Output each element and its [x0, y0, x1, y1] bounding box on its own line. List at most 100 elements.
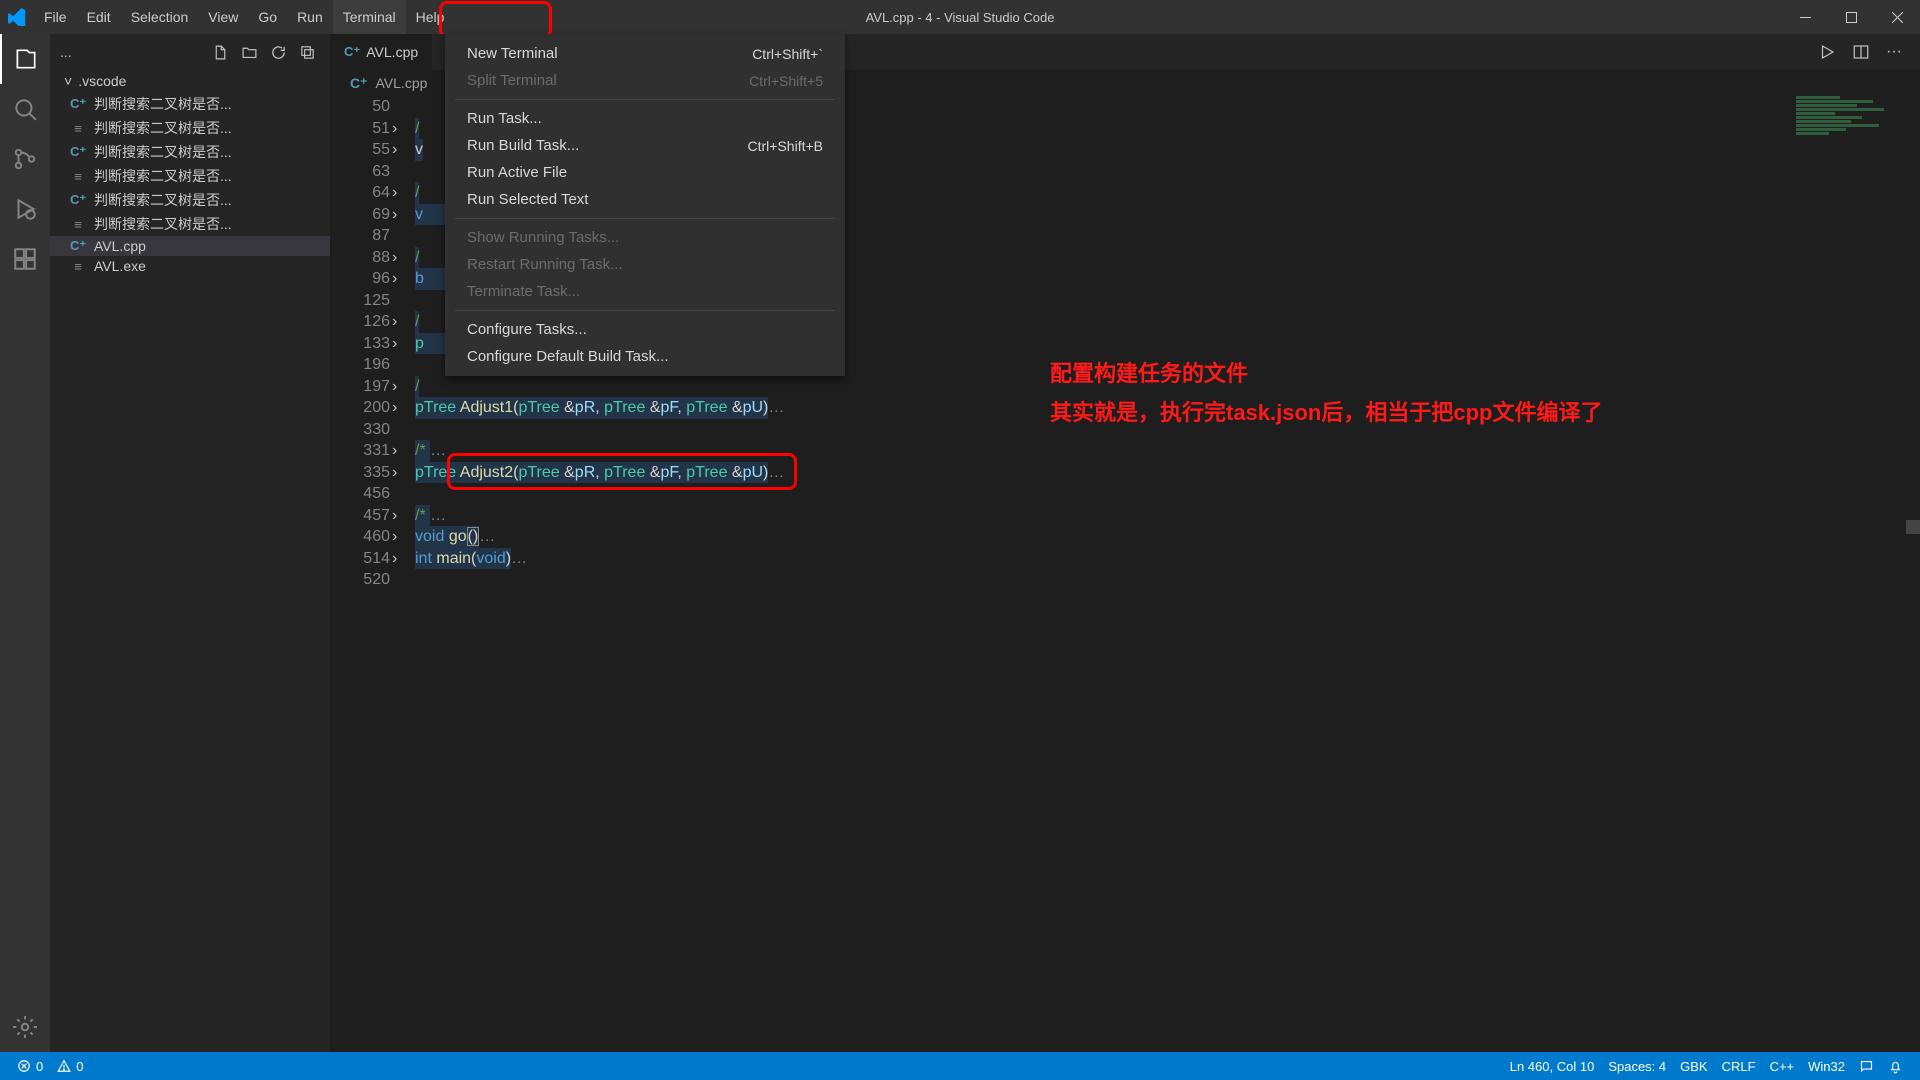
minimap[interactable] [1796, 96, 1906, 206]
minimize-button[interactable] [1782, 0, 1828, 34]
menu-item-configure-default-build-task-[interactable]: Configure Default Build Task... [445, 343, 845, 370]
sidebar-file-4[interactable]: C⁺判断搜索二叉树是否... [50, 188, 330, 212]
notifications-bell-icon[interactable] [1881, 1059, 1910, 1074]
sidebar-file-7[interactable]: ≡AVL.exe [50, 256, 330, 276]
status-eol[interactable]: CRLF [1715, 1059, 1763, 1074]
fold-chevron-icon[interactable]: › [392, 311, 412, 333]
new-folder-icon[interactable] [241, 44, 258, 61]
code-line-457[interactable]: /* … [415, 505, 1860, 527]
folder-vscode[interactable]: ˅ .vscode [50, 70, 330, 92]
status-language[interactable]: C++ [1763, 1059, 1802, 1074]
sidebar-file-1[interactable]: ≡判断搜索二叉树是否... [50, 116, 330, 140]
sidebar-file-2[interactable]: C⁺判断搜索二叉树是否... [50, 140, 330, 164]
run-icon[interactable] [1818, 43, 1836, 61]
run-debug-icon[interactable] [0, 184, 50, 234]
sidebar-file-3[interactable]: ≡ 判断搜索二叉树是否... [50, 164, 330, 188]
file-icon: ≡ [70, 169, 86, 184]
code-line-335[interactable]: pTree Adjust2(pTree &pR, pTree &pF, pTre… [415, 462, 1860, 484]
menu-item-run-active-file[interactable]: Run Active File [445, 159, 845, 186]
split-editor-icon[interactable] [1852, 43, 1870, 61]
menu-item-new-terminal[interactable]: New TerminalCtrl+Shift+` [445, 40, 845, 67]
file-label: 判断搜索二叉树是否... [94, 166, 232, 186]
sidebar-file-5[interactable]: ≡判断搜索二叉树是否... [50, 212, 330, 236]
menu-selection[interactable]: Selection [121, 0, 199, 34]
close-button[interactable] [1874, 0, 1920, 34]
file-icon: ≡ [70, 259, 86, 274]
fold-chevron-icon[interactable]: › [392, 118, 412, 140]
status-cursor-pos[interactable]: Ln 460, Col 10 [1503, 1059, 1602, 1074]
menu-item-configure-tasks-[interactable]: Configure Tasks... [445, 316, 845, 343]
fold-chevron-icon [392, 225, 412, 247]
menu-item-restart-running-task-: Restart Running Task... [445, 251, 845, 278]
file-icon: ≡ [70, 217, 86, 232]
extensions-icon[interactable] [0, 234, 50, 284]
tab-avl-cpp[interactable]: C⁺ AVL.cpp [330, 34, 433, 70]
cpp-file-icon: C⁺ [344, 44, 360, 60]
menu-file[interactable]: File [34, 0, 77, 34]
fold-chevron-icon[interactable]: › [392, 462, 412, 484]
annotation-text-0: 配置构建任务的文件 [1050, 356, 1248, 388]
fold-chevron-icon[interactable]: › [392, 376, 412, 398]
window-title: AVL.cpp - 4 - Visual Studio Code [866, 10, 1055, 25]
menu-view[interactable]: View [198, 0, 248, 34]
more-actions-icon[interactable]: ··· [1886, 43, 1902, 61]
annotation-rect-terminal [439, 1, 552, 38]
menu-help[interactable]: Help [406, 0, 455, 34]
fold-chevron-icon[interactable]: › [392, 440, 412, 462]
sidebar-file-0[interactable]: C⁺判断搜索二叉树是否... [50, 92, 330, 116]
status-platform[interactable]: Win32 [1801, 1059, 1852, 1074]
source-control-icon[interactable] [0, 134, 50, 184]
code-line-456[interactable] [415, 483, 1860, 505]
status-warnings[interactable]: 0 [50, 1059, 90, 1074]
folder-label: .vscode [78, 73, 126, 89]
fold-chevron-icon[interactable]: › [392, 139, 412, 161]
code-line-331[interactable]: /* … [415, 440, 1860, 462]
fold-chevron-icon [392, 290, 412, 312]
status-indentation[interactable]: Spaces: 4 [1601, 1059, 1673, 1074]
fold-chevron-icon[interactable]: › [392, 333, 412, 355]
cpp-file-icon: C⁺ [70, 144, 86, 160]
code-line-514[interactable]: int main(void)… [415, 548, 1860, 570]
feedback-icon[interactable] [1852, 1059, 1881, 1074]
explorer-icon[interactable] [0, 34, 50, 84]
menu-item-run-selected-text[interactable]: Run Selected Text [445, 186, 845, 213]
fold-chevron-icon [392, 483, 412, 505]
status-bar: 0 0 Ln 460, Col 10 Spaces: 4 GBK CRLF C+… [0, 1052, 1920, 1080]
fold-chevron-icon[interactable]: › [392, 182, 412, 204]
sidebar-file-6[interactable]: C⁺AVL.cpp [50, 236, 330, 256]
new-file-icon[interactable] [212, 44, 229, 61]
explorer-ellipsis[interactable]: ... [50, 44, 82, 60]
menu-edit[interactable]: Edit [77, 0, 121, 34]
code-line-460[interactable]: void go()… [415, 526, 1860, 548]
fold-chevron-icon[interactable]: › [392, 268, 412, 290]
menu-go[interactable]: Go [248, 0, 287, 34]
fold-chevron-icon [392, 161, 412, 183]
vscode-logo-icon [0, 8, 34, 26]
fold-chevron-icon[interactable]: › [392, 247, 412, 269]
menu-item-run-task-[interactable]: Run Task... [445, 105, 845, 132]
window-controls [1782, 0, 1920, 34]
cpp-file-icon: C⁺ [350, 75, 368, 92]
status-errors[interactable]: 0 [10, 1059, 50, 1074]
file-icon: ≡ [70, 121, 86, 136]
menu-item-show-running-tasks-: Show Running Tasks... [445, 224, 845, 251]
file-label: 判断搜索二叉树是否... [94, 190, 232, 210]
breadcrumb[interactable]: C⁺ AVL.cpp [330, 70, 427, 96]
status-encoding[interactable]: GBK [1673, 1059, 1714, 1074]
menu-run[interactable]: Run [287, 0, 333, 34]
fold-chevron-icon[interactable]: › [392, 526, 412, 548]
collapse-all-icon[interactable] [299, 44, 316, 61]
fold-chevron-icon[interactable]: › [392, 397, 412, 419]
fold-chevron-icon[interactable]: › [392, 548, 412, 570]
file-label: 判断搜索二叉树是否... [94, 94, 232, 114]
maximize-button[interactable] [1828, 0, 1874, 34]
fold-chevron-icon[interactable]: › [392, 204, 412, 226]
fold-chevron-icon [392, 419, 412, 441]
menu-terminal[interactable]: Terminal [333, 0, 406, 34]
settings-gear-icon[interactable] [0, 1002, 50, 1052]
search-icon[interactable] [0, 84, 50, 134]
menu-item-run-build-task-[interactable]: Run Build Task...Ctrl+Shift+B [445, 132, 845, 159]
refresh-icon[interactable] [270, 44, 287, 61]
code-line-520[interactable] [415, 569, 1860, 591]
fold-chevron-icon[interactable]: › [392, 505, 412, 527]
